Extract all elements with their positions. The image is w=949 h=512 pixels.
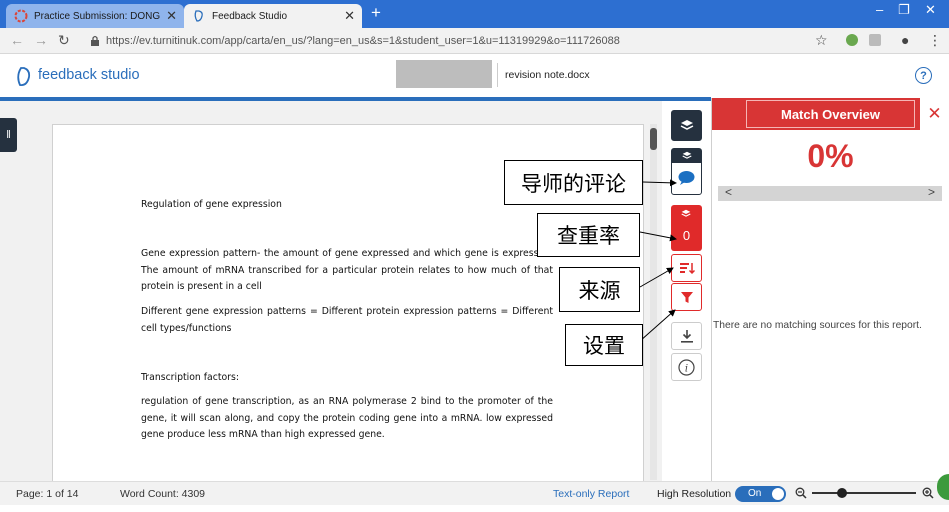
callout-similarity: 查重率 — [537, 213, 640, 257]
next-icon[interactable]: > — [928, 185, 935, 199]
empty-sources-message: There are no matching sources for this r… — [713, 320, 922, 331]
page-indicator: Page: 1 of 14 — [16, 488, 79, 500]
zoom-slider[interactable] — [812, 488, 916, 498]
high-resolution-toggle[interactable]: On — [735, 486, 786, 502]
callout-comments: 导师的评论 — [504, 160, 643, 205]
similarity-percentage: 0% — [807, 138, 854, 174]
prev-icon[interactable]: < — [725, 185, 732, 199]
panel-title: Match Overview — [746, 100, 915, 128]
callout-settings: 设置 — [565, 324, 643, 366]
text-only-report-link[interactable]: Text-only Report — [553, 488, 629, 500]
status-footer: Page: 1 of 14 Word Count: 4309 Text-only… — [0, 481, 949, 505]
arrow-to-sources — [639, 267, 674, 288]
close-panel-icon[interactable]: ✕ — [920, 98, 949, 130]
arrow-to-similarity — [639, 231, 677, 242]
zoom-in-icon[interactable] — [922, 487, 934, 499]
arrow-to-settings — [639, 309, 676, 342]
high-resolution-label: High Resolution — [657, 488, 732, 500]
zoom-out-icon[interactable] — [795, 487, 807, 499]
match-overview-panel: Match Overview ✕ 0% < > There are no mat… — [711, 98, 949, 481]
zoom-slider-thumb[interactable] — [837, 488, 847, 498]
toggle-state: On — [748, 488, 762, 499]
source-pager: < > — [718, 185, 942, 201]
toggle-knob — [772, 488, 784, 500]
word-count: Word Count: 4309 — [120, 488, 206, 500]
window-bottom-edge — [0, 505, 949, 512]
arrow-to-comments — [642, 179, 677, 187]
callout-sources: 来源 — [559, 267, 640, 312]
